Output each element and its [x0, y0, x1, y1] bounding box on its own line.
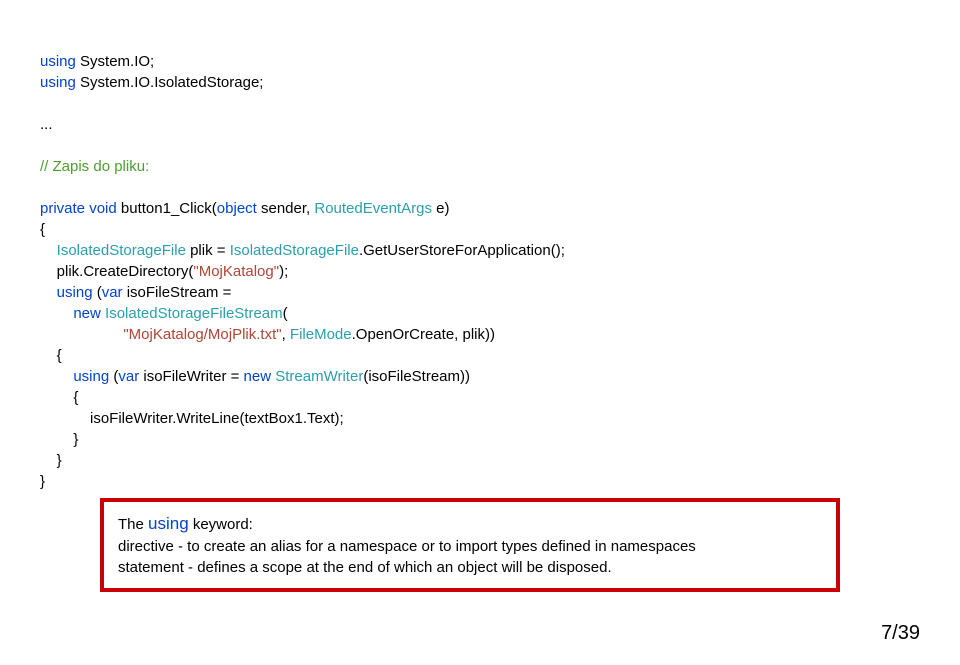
code-keyword: void: [89, 200, 117, 217]
code-text: .OpenOrCreate, plik)): [352, 326, 495, 343]
code-keyword: object: [217, 200, 257, 217]
code-string: "MojKatalog/MojPlik.txt": [123, 326, 281, 343]
code-keyword: private: [40, 200, 85, 217]
code-text: isoFileWriter.WriteLine(textBox1.Text);: [40, 410, 344, 427]
code-text: {: [40, 389, 78, 406]
code-keyword: var: [102, 284, 123, 301]
code-text: (isoFileStream)): [363, 368, 470, 385]
code-keyword: new: [73, 305, 101, 322]
code-text: [40, 242, 57, 259]
code-text: [40, 368, 73, 385]
note-keyword: using: [148, 514, 189, 533]
note-text: keyword:: [189, 516, 253, 533]
code-type: StreamWriter: [275, 368, 363, 385]
code-comment: // Zapis do pliku:: [40, 158, 149, 175]
code-keyword: new: [244, 368, 272, 385]
code-text: (: [93, 284, 102, 301]
code-text: [40, 326, 123, 343]
code-type: IsolatedStorageFile: [230, 242, 359, 259]
code-text: isoFileStream =: [123, 284, 232, 301]
code-type: IsolatedStorageFile: [57, 242, 186, 259]
code-text: plik =: [186, 242, 230, 259]
code-text: (: [109, 368, 118, 385]
note-box: The using keyword: directive - to create…: [100, 498, 840, 592]
code-text: [40, 284, 57, 301]
code-type: RoutedEventArgs: [314, 200, 432, 217]
note-line: The using keyword:: [118, 512, 822, 536]
code-text: System.IO.IsolatedStorage;: [76, 74, 264, 91]
code-text: }: [40, 452, 62, 469]
code-text: (: [283, 305, 288, 322]
code-block: using System.IO; using System.IO.Isolate…: [40, 30, 920, 492]
code-type: FileMode: [290, 326, 352, 343]
code-type: IsolatedStorageFileStream: [105, 305, 283, 322]
code-text: {: [40, 347, 62, 364]
note-line: directive - to create an alias for a nam…: [118, 536, 822, 557]
code-keyword: using: [40, 53, 76, 70]
code-keyword: using: [73, 368, 109, 385]
code-text: {: [40, 221, 45, 238]
code-text: System.IO;: [76, 53, 154, 70]
code-text: .GetUserStoreForApplication();: [359, 242, 565, 259]
code-text: sender,: [257, 200, 315, 217]
code-text: }: [40, 473, 45, 490]
code-text: plik.CreateDirectory(: [40, 263, 193, 280]
code-text: button1_Click(: [117, 200, 217, 217]
code-text: }: [40, 431, 78, 448]
note-line: statement - defines a scope at the end o…: [118, 557, 822, 578]
code-text: isoFileWriter =: [139, 368, 243, 385]
code-text: ,: [282, 326, 290, 343]
code-keyword: using: [40, 74, 76, 91]
code-keyword: var: [118, 368, 139, 385]
code-text: e): [432, 200, 450, 217]
code-text: ...: [40, 116, 53, 133]
note-text: The: [118, 516, 148, 533]
code-keyword: using: [57, 284, 93, 301]
code-string: "MojKatalog": [193, 263, 279, 280]
code-text: );: [279, 263, 288, 280]
code-text: [40, 305, 73, 322]
page-number: 7/39: [881, 622, 920, 645]
